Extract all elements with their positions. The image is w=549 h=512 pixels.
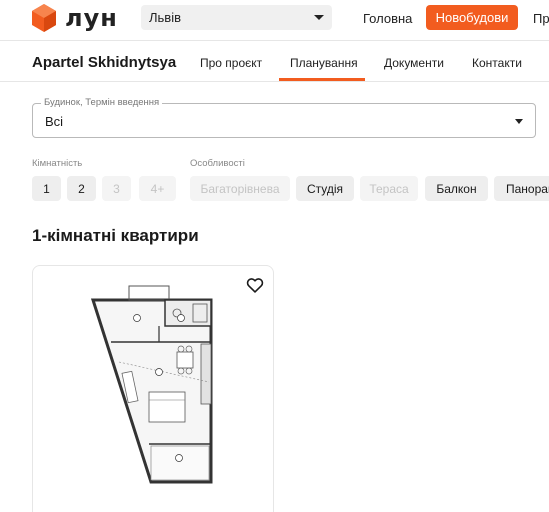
feature-chip-balcony[interactable]: Балкон bbox=[425, 176, 488, 201]
building-select-label: Будинок, Термін введення bbox=[41, 97, 163, 108]
tab-plans[interactable]: Планування bbox=[290, 56, 358, 70]
feature-chip-terrace: Тераса bbox=[360, 176, 418, 201]
features-filter-label: Особливості bbox=[190, 158, 245, 169]
rooms-chip-4plus: 4+ bbox=[139, 176, 176, 201]
nav-home-link[interactable]: Головна bbox=[363, 11, 412, 26]
logo[interactable]: лун bbox=[32, 3, 118, 33]
feature-chip-studio[interactable]: Студія bbox=[296, 176, 354, 201]
logo-house-icon bbox=[32, 4, 56, 32]
heart-outline-icon[interactable] bbox=[246, 277, 264, 293]
rooms-filter-label: Кімнатність bbox=[32, 158, 83, 169]
feature-chip-multilevel: Багаторівнева bbox=[190, 176, 290, 201]
rooms-chip-2[interactable]: 2 bbox=[67, 176, 96, 201]
chevron-down-icon bbox=[314, 15, 324, 20]
feature-chip-panoramic[interactable]: Панорам bbox=[494, 176, 549, 201]
header-divider bbox=[0, 40, 549, 41]
apartment-card[interactable] bbox=[32, 265, 274, 512]
city-select[interactable]: Львів bbox=[141, 5, 332, 30]
building-select[interactable]: Будинок, Термін введення Всі bbox=[32, 97, 536, 138]
tab-about[interactable]: Про проєкт bbox=[200, 56, 262, 70]
tab-contacts[interactable]: Контакти bbox=[472, 56, 522, 70]
nav-new-buildings-button[interactable]: Новобудови bbox=[426, 5, 518, 30]
top-header: лун Львів Головна Новобудови Пр bbox=[0, 0, 549, 38]
tab-documents[interactable]: Документи bbox=[384, 56, 444, 70]
rooms-chip-1[interactable]: 1 bbox=[32, 176, 61, 201]
logo-text: лун bbox=[65, 4, 118, 32]
building-select-value: Всі bbox=[45, 114, 64, 129]
chevron-down-icon bbox=[515, 119, 523, 124]
floor-plan-image bbox=[90, 285, 213, 484]
rooms-chip-3: 3 bbox=[102, 176, 131, 201]
tabs-divider bbox=[0, 81, 549, 82]
section-title: 1-кімнатні квартири bbox=[32, 226, 199, 245]
project-title: Apartel Skhidnytsya bbox=[32, 54, 177, 71]
city-value: Львів bbox=[149, 10, 182, 25]
nav-more-link[interactable]: Пр bbox=[533, 11, 549, 26]
